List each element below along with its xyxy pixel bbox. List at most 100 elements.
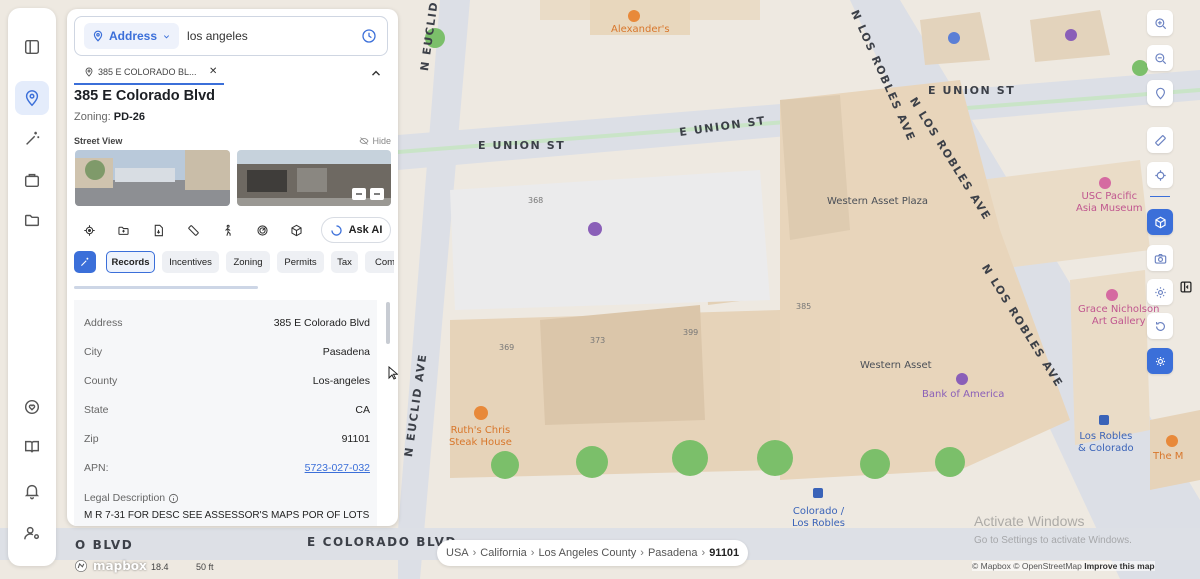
search-type-dropdown[interactable]: Address [84,23,180,49]
lighting-button[interactable] [1147,348,1173,374]
ask-ai-button[interactable]: Ask AI [321,217,391,243]
3d-view-button[interactable] [1147,209,1173,235]
breadcrumb-current: 91101 [709,547,740,559]
page-title: 385 E Colorado Blvd [74,88,216,104]
zoom-in-button[interactable] [1147,10,1173,36]
poi-label-line: Los Robles [792,518,846,529]
mouse-cursor-icon [388,366,398,380]
street-view-image[interactable] [75,150,230,206]
chip-tax[interactable]: Tax [331,251,358,273]
breadcrumb-item[interactable]: Pasadena [648,547,698,559]
poi-label[interactable]: The M [1153,451,1183,463]
tab-property[interactable]: 385 E COLORADO BL... [74,61,224,85]
guide-button[interactable] [15,430,49,464]
chip-zoning[interactable]: Zoning [226,251,270,273]
attribution-text[interactable]: © Mapbox © OpenStreetMap [972,561,1082,571]
record-key: County [84,375,118,387]
poi-label[interactable]: Bank of America [922,389,1004,401]
chip-com[interactable]: Com [365,251,394,273]
location-button[interactable] [15,81,49,115]
chip-permits[interactable]: Permits [277,251,324,273]
locate-me-button[interactable] [1147,162,1173,188]
tab-label: 385 E COLORADO BL... [98,67,197,77]
report-button[interactable] [147,219,169,241]
notifications-button[interactable] [15,474,49,508]
panel-scrollbar[interactable] [386,302,390,344]
chip-incentives[interactable]: Incentives [162,251,219,273]
breadcrumb-item[interactable]: USA [446,547,469,559]
reset-view-button[interactable] [1147,313,1173,339]
street-view-image[interactable] [237,150,391,206]
breadcrumb-item[interactable]: Los Angeles County [538,547,636,559]
save-folder-button[interactable] [112,219,134,241]
pin-button[interactable] [1147,80,1173,106]
record-value: 91101 [341,433,370,445]
toggle-sidebar-button[interactable] [15,30,49,64]
camera-icon [1154,253,1166,264]
chevron-right-icon: › [530,547,535,559]
apn-link[interactable]: 5723-027-032 [305,462,370,474]
radar-button[interactable] [251,219,273,241]
mapbox-logo[interactable]: mapbox [74,559,147,573]
zoom-out-button[interactable] [1147,45,1173,71]
magic-button[interactable] [15,122,49,156]
collapse-panel-icon[interactable] [1179,280,1193,294]
poi-label[interactable]: Western Asset Plaza [827,196,928,208]
bell-icon [24,484,40,500]
chip-records[interactable]: Records [106,251,155,273]
zoom-out-icon [1154,52,1166,64]
poi-label-line: Grace Nicholson [1078,304,1160,315]
search-type-label: Address [109,29,158,43]
book-icon [24,440,40,453]
street-label: E UNION ST [478,139,566,152]
breadcrumb: USA › California › Los Angeles County › Pas… [437,540,749,566]
sparkle-icon [81,257,89,266]
chevron-up-icon[interactable] [369,66,383,80]
search-input[interactable] [187,29,358,43]
improve-map-link[interactable]: Improve this map [1084,561,1154,571]
poi-label-line: Steak House [449,437,512,448]
street-view-label: Street View [74,136,123,146]
poi-label[interactable]: Los Robles & Colorado [1078,431,1134,455]
poi-label[interactable]: USC Pacific Asia Museum [1076,191,1143,215]
zoning-label: Zoning: [74,111,111,123]
chips-scrollbar[interactable] [74,286,258,289]
zoning-value: PD-26 [113,111,145,123]
poi-label[interactable]: Colorado / Los Robles [792,506,845,530]
support-button[interactable] [15,390,49,424]
close-icon[interactable]: ✕ [209,66,217,77]
map-pin-icon [93,30,103,42]
history-icon[interactable] [361,28,377,44]
folder-icon [24,214,40,227]
record-key: City [84,346,103,358]
street-label: O BLVD [75,538,134,552]
record-value: Los-angeles [312,375,370,387]
chevron-right-icon: › [640,547,644,559]
account-button[interactable] [15,516,49,550]
ai-chip-button[interactable] [74,251,96,273]
measure-button[interactable] [182,219,204,241]
light-mode-button[interactable] [1147,279,1173,305]
measure-map-button[interactable] [1147,127,1173,153]
locate-button[interactable] [78,219,100,241]
breadcrumb-item[interactable]: California [480,547,526,559]
chevron-down-icon [163,34,170,38]
mapbox-logo-icon [75,560,87,572]
table-row: State CA [74,396,377,425]
search-bar: Address [74,16,388,56]
screenshot-button[interactable] [1147,245,1173,271]
portfolio-button[interactable] [15,163,49,197]
info-icon[interactable] [168,493,179,504]
poi-label[interactable]: Western Asset [860,360,932,372]
building-number: 399 [683,328,699,337]
folder-button[interactable] [15,203,49,237]
poi-label[interactable]: Alexander's [611,24,670,36]
3d-button[interactable] [285,219,307,241]
mapbox-logo-text: mapbox [93,559,147,573]
map-pin-icon [1155,87,1165,100]
poi-label[interactable]: Ruth's Chris Steak House [449,425,512,449]
walk-button[interactable] [216,219,238,241]
poi-label-line: Asia Museum [1076,203,1143,214]
building-number: 385 [796,302,812,311]
hide-street-view-button[interactable]: Hide [359,136,391,146]
